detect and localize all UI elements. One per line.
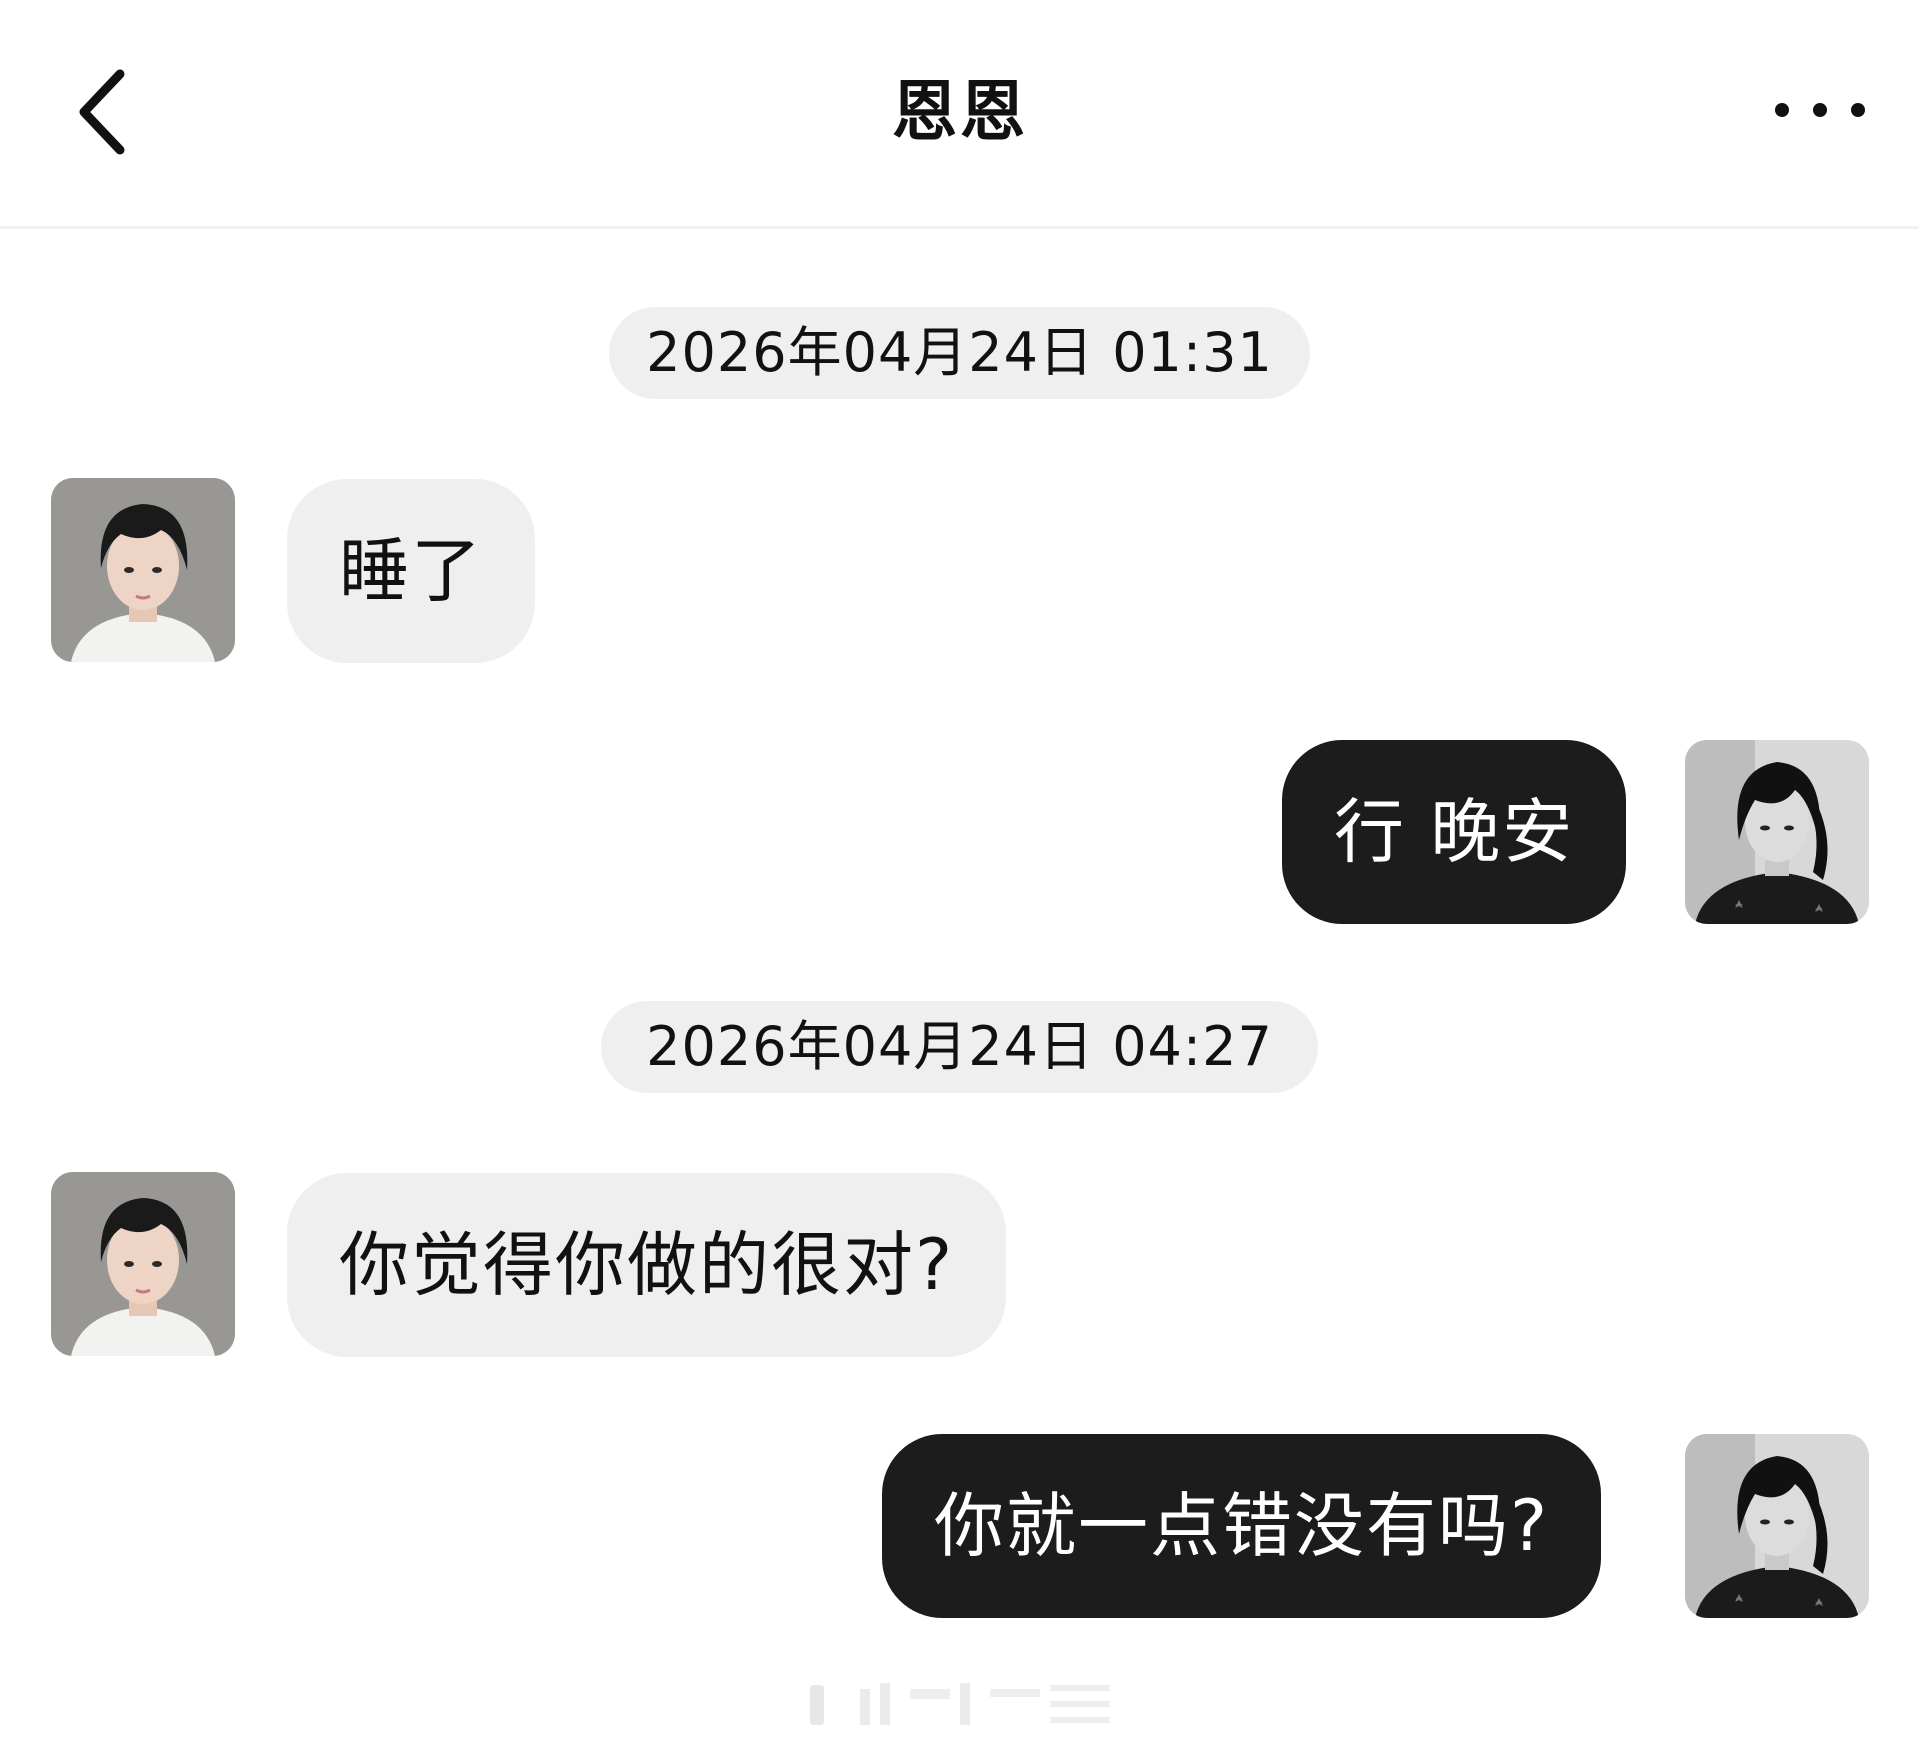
user-avatar[interactable] [1685,1434,1869,1618]
contact-avatar-image [51,478,235,662]
sent-message-bubble[interactable]: 行 晚安 [1282,740,1627,924]
more-horizontal-icon [1775,103,1865,117]
sent-message-bubble[interactable]: 你就一点错没有吗? [882,1434,1602,1618]
contact-avatar[interactable] [51,1172,235,1356]
chat-title: 恩恩 [891,73,1028,150]
chat-header: 恩恩 [0,0,1919,229]
watermark-logo [800,1675,1120,1735]
watermark-graphic [810,1683,1110,1725]
user-avatar-image [1685,1434,1869,1618]
user-avatar-image [1685,740,1869,924]
more-button[interactable] [1770,90,1870,130]
timestamp-divider: 2026年04月24日 04:27 [601,1001,1318,1093]
received-message-bubble[interactable]: 睡了 [287,479,535,663]
contact-avatar[interactable] [51,478,235,662]
timestamp-divider: 2026年04月24日 01:31 [609,307,1310,399]
contact-avatar-image [51,1172,235,1356]
user-avatar[interactable] [1685,740,1869,924]
received-message-bubble[interactable]: 你觉得你做的很对? [287,1173,1007,1357]
